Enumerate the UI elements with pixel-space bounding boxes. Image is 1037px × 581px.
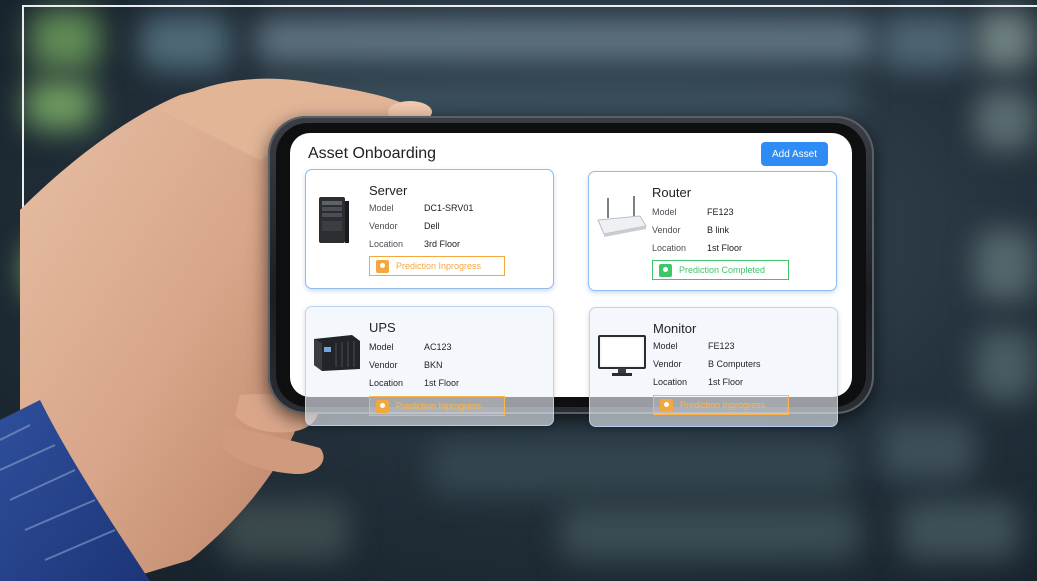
asset-card-monitor[interactable]: Monitor Model FE123 Vendor B Computers Loc… (589, 307, 838, 427)
vendor-label: Vendor (369, 360, 398, 370)
add-asset-button[interactable]: Add Asset (761, 142, 828, 166)
location-value: 1st Floor (708, 377, 744, 387)
location-row: Location 1st Floor (652, 243, 742, 253)
vendor-value: BKN (424, 360, 443, 370)
server-icon (319, 197, 349, 243)
status-text: Prediction Completed (679, 265, 766, 275)
model-label: Model (369, 342, 394, 352)
vendor-label: Vendor (652, 225, 681, 235)
monitor-icon (598, 335, 646, 376)
vendor-label: Vendor (653, 359, 682, 369)
card-title: Server (369, 183, 408, 198)
asset-card-ups[interactable]: UPS Model AC123 Vendor BKN Location 1st Flo… (305, 306, 554, 426)
model-label: Model (653, 341, 678, 351)
prediction-status-badge: Prediction Inprogress (653, 395, 789, 415)
model-value: DC1-SRV01 (424, 203, 474, 213)
model-row: Model FE123 (652, 207, 734, 217)
location-label: Location (369, 239, 404, 249)
status-text: Prediction Inprogress (680, 400, 766, 410)
vendor-row: Vendor Dell (369, 221, 440, 231)
status-text: Prediction Inprogress (396, 401, 482, 411)
model-row: Model DC1-SRV01 (369, 203, 473, 213)
card-title: Monitor (653, 321, 697, 336)
prediction-status-badge: Prediction Completed (652, 260, 789, 280)
location-row: Location 1st Floor (653, 377, 743, 387)
location-value: 1st Floor (424, 378, 460, 388)
lightbulb-icon (660, 398, 673, 412)
model-label: Model (369, 203, 394, 213)
ups-icon (314, 335, 360, 371)
vendor-label: Vendor (369, 221, 398, 231)
router-icon (597, 196, 647, 237)
model-row: Model FE123 (653, 341, 735, 351)
location-label: Location (652, 243, 687, 253)
prediction-status-badge: Prediction Inprogress (369, 256, 505, 276)
lightbulb-icon (659, 263, 672, 277)
location-row: Location 1st Floor (369, 378, 459, 388)
lightbulb-icon (376, 399, 389, 413)
model-value: FE123 (708, 341, 735, 351)
model-label: Model (652, 207, 677, 217)
location-row: Location 3rd Floor (369, 239, 460, 249)
vendor-value: B link (707, 225, 730, 235)
card-title: Router (652, 185, 692, 200)
vendor-value: B Computers (708, 359, 761, 369)
location-value: 3rd Floor (424, 239, 461, 249)
location-label: Location (369, 378, 404, 388)
model-row: Model AC123 (369, 342, 452, 352)
prediction-status-badge: Prediction Inprogress (369, 396, 505, 416)
asset-card-server[interactable]: Server Model DC1-SRV01 Vendor Dell Locatio… (305, 169, 554, 289)
location-value: 1st Floor (707, 243, 743, 253)
model-value: AC123 (424, 342, 452, 352)
lightbulb-icon (376, 259, 389, 273)
vendor-value: Dell (424, 221, 440, 231)
model-value: FE123 (707, 207, 734, 217)
page-title: Asset Onboarding (308, 145, 437, 162)
vendor-row: Vendor BKN (369, 360, 443, 370)
card-title: UPS (369, 320, 396, 335)
location-label: Location (653, 377, 688, 387)
vendor-row: Vendor B link (652, 225, 729, 235)
status-text: Prediction Inprogress (396, 261, 482, 271)
vendor-row: Vendor B Computers (653, 359, 761, 369)
asset-card-router[interactable]: Router Model FE123 Vendor B link Location 1… (588, 171, 837, 291)
